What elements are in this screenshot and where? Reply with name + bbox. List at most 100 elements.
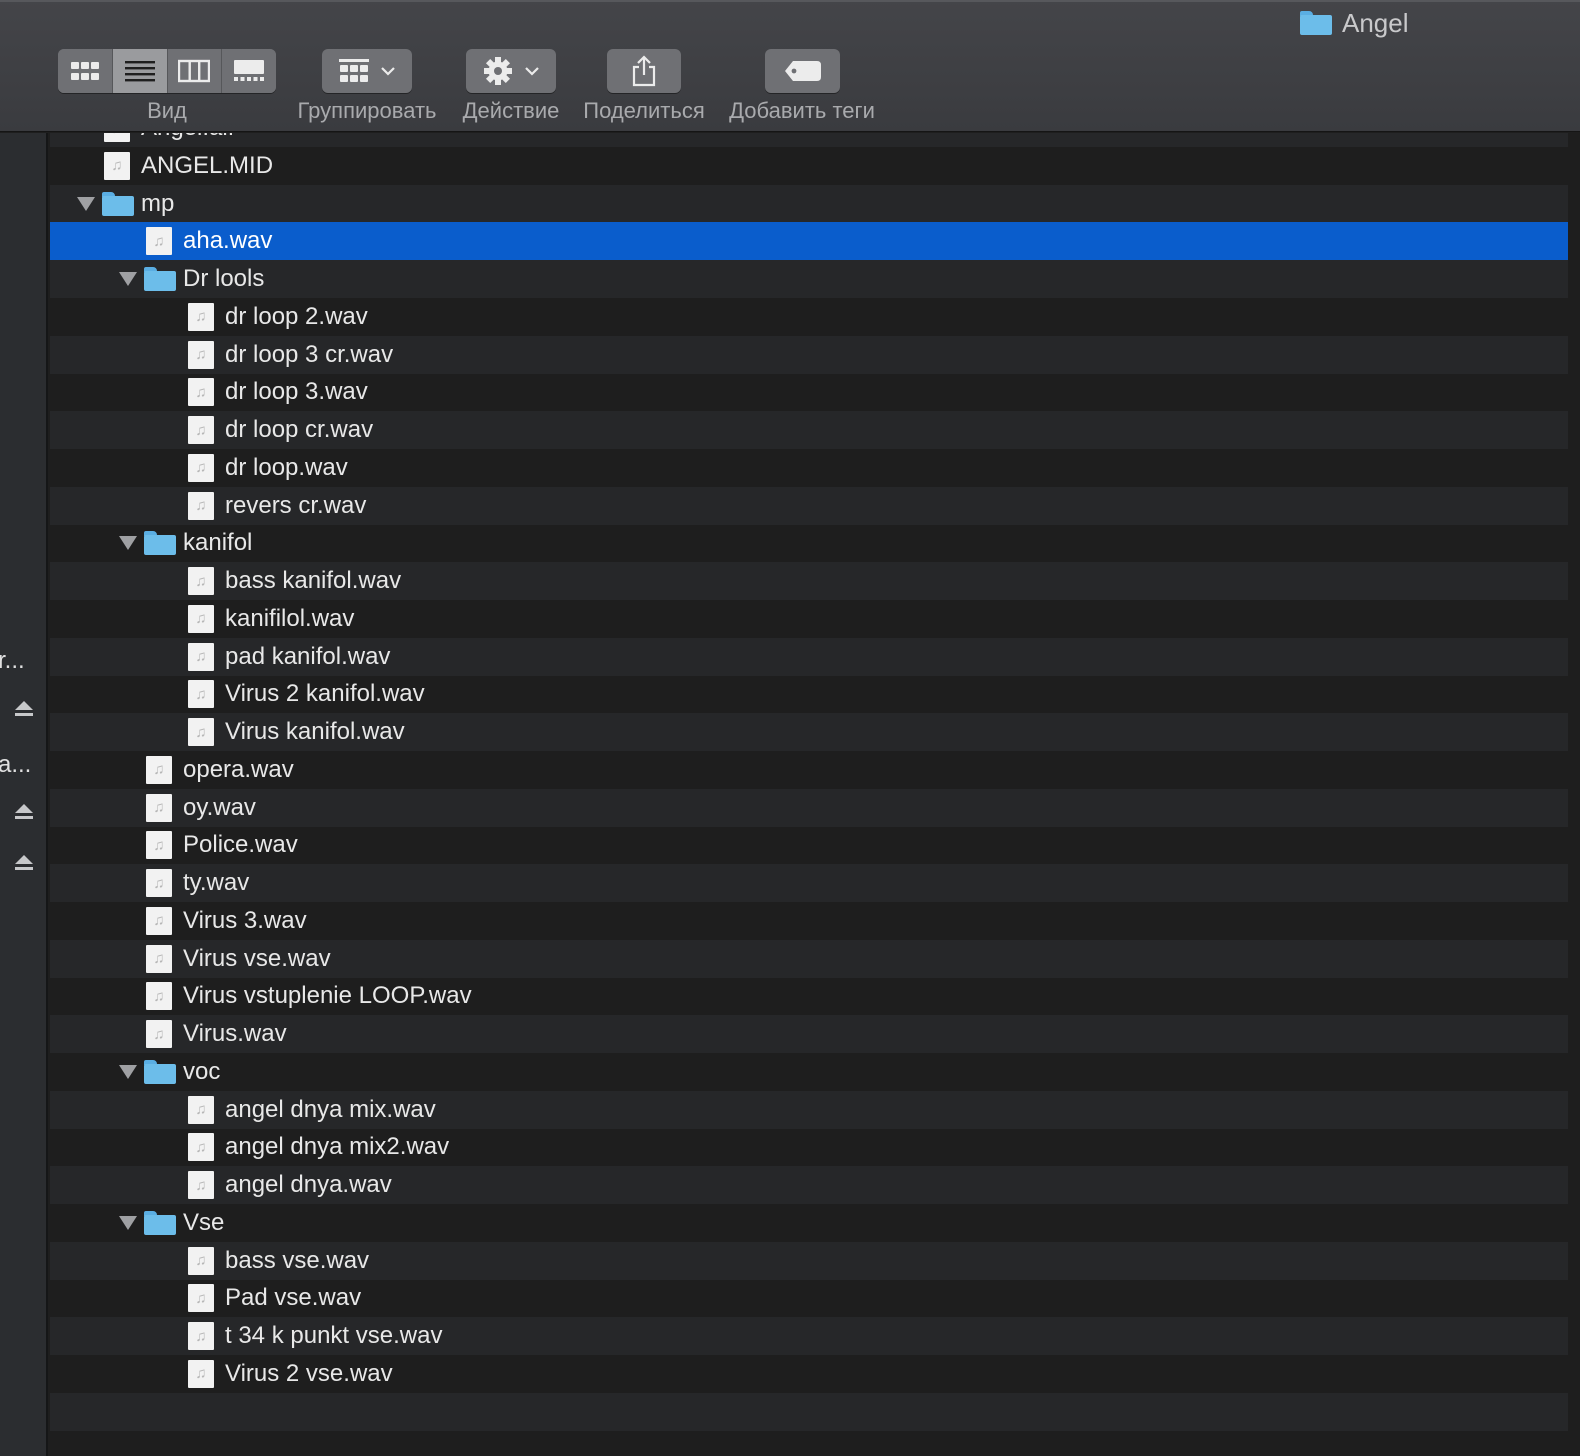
eject-icon[interactable] [15,701,33,719]
columns-view-button[interactable] [167,49,223,93]
item-name: voc [183,1057,221,1085]
file-row[interactable]: ♫ kanifilol.wav [50,600,1568,638]
item-name: dr loop 3.wav [225,378,368,406]
file-row[interactable]: ♫ Virus vstuplenie LOOP.wav [50,977,1568,1015]
item-name: angel dnya mix.wav [225,1095,436,1123]
item-name: Pad vse.wav [225,1284,362,1312]
file-row[interactable]: ♫ Virus 2 kanifol.wav [50,675,1568,713]
group-button[interactable] [322,49,412,93]
sidebar-item-truncated[interactable]: r... [0,647,25,675]
audio-file-icon: ♫ [146,982,172,1011]
folder-row[interactable]: mp [50,184,1568,223]
audio-file-icon: ♫ [146,869,172,897]
file-row[interactable]: ♫ Virus 3.wav [50,902,1568,940]
audio-file-icon: ♫ [188,680,214,709]
add-tags-button[interactable] [765,49,840,93]
file-row[interactable]: ♫ Virus 2 vse.wav [50,1355,1568,1393]
file-row[interactable]: ♫ revers cr.wav [50,486,1568,525]
file-row[interactable]: ♫ Virus.wav [50,1015,1568,1053]
file-row[interactable]: ♫ oy.wav [50,788,1568,827]
folder-row[interactable]: kanifol [50,524,1568,562]
item-name: Virus vse.wav [183,944,331,972]
columns-view-icon [178,59,211,83]
file-row[interactable]: ♫ aha.wav [50,222,1568,261]
sidebar: r... a... [0,133,48,1456]
share-icon [632,55,656,87]
audio-file-icon: ♫ [104,151,130,180]
empty-row [50,1430,1568,1456]
file-list[interactable]: ♫ Angel.aif ♫ ANGEL.MID mp ♫ aha.wav Dr lools ♫ d… [50,133,1580,1456]
file-row[interactable]: ♫ dr loop cr.wav [50,411,1568,449]
disclosure-triangle-icon[interactable] [119,1215,137,1230]
list-view-button[interactable] [112,49,168,93]
item-name: Virus 3.wav [183,906,307,934]
disclosure-triangle-icon[interactable] [119,1064,137,1079]
file-row[interactable]: ♫ angel dnya.wav [50,1166,1568,1204]
item-name: dr loop.wav [225,453,348,481]
audio-file-icon: ♫ [188,718,214,746]
icons-view-button[interactable] [58,49,113,93]
disclosure-triangle-icon[interactable] [77,196,95,211]
item-name: pad kanifol.wav [225,642,391,670]
file-row[interactable]: ♫ bass vse.wav [50,1241,1568,1280]
audio-file-icon: ♫ [188,1133,214,1162]
item-name: Dr lools [183,265,265,292]
sidebar-item-truncated[interactable]: a... [0,751,31,779]
share-button[interactable] [607,49,681,93]
file-row[interactable]: ♫ dr loop 3 cr.wav [50,335,1568,374]
audio-file-icon: ♫ [188,378,214,407]
file-row[interactable]: ♫ dr loop 2.wav [50,298,1568,336]
audio-file-icon: ♫ [146,1020,172,1048]
item-name: angel dnya.wav [225,1171,392,1198]
folder-row[interactable]: Vse [50,1204,1568,1242]
item-name: ANGEL.MID [141,151,274,179]
folder-icon [144,267,176,291]
folder-row[interactable]: voc [50,1053,1568,1091]
audio-file-icon: ♫ [188,453,214,482]
action-button[interactable] [466,49,556,93]
file-row[interactable]: ♫ dr loop.wav [50,449,1568,487]
audio-file-icon: ♫ [188,567,214,595]
file-row[interactable]: ♫ Pad vse.wav [50,1279,1568,1317]
item-name: t 34 k punkt vse.wav [225,1322,443,1349]
share-label: Поделиться [583,98,705,123]
audio-file-icon: ♫ [146,906,172,935]
file-row[interactable]: ♫ pad kanifol.wav [50,637,1568,676]
folder-row[interactable]: Dr lools [50,260,1568,298]
empty-row [50,1392,1568,1431]
disclosure-triangle-icon[interactable] [119,272,137,286]
gallery-view-button[interactable] [222,49,276,93]
item-name: opera.wav [183,755,294,783]
list-view-icon [124,61,155,82]
audio-file-icon: ♫ [188,340,214,369]
audio-file-icon: ♫ [146,755,172,784]
view-mode-control[interactable] [58,49,276,93]
item-name: bass vse.wav [225,1246,370,1274]
item-name: bass kanifol.wav [225,567,402,594]
file-row[interactable]: ♫ bass kanifol.wav [50,562,1568,600]
folder-icon [1300,11,1332,35]
window-title-text: Angel [1342,7,1409,38]
eject-icon[interactable] [15,855,33,873]
view-label: Вид [147,98,187,123]
file-row[interactable]: ♫ Police.wav [50,826,1568,864]
file-row[interactable]: ♫ Virus kanifol.wav [50,713,1568,751]
item-name: revers cr.wav [225,491,367,519]
audio-file-icon: ♫ [188,1322,214,1350]
audio-file-icon: ♫ [188,491,214,520]
disclosure-triangle-icon[interactable] [119,536,137,551]
file-row[interactable]: ♫ angel dnya mix.wav [50,1090,1568,1129]
chevron-down-icon [381,67,395,76]
file-row[interactable]: ♫ dr loop 3.wav [50,373,1568,411]
eject-icon[interactable] [15,804,33,822]
file-row[interactable]: ♫ Virus vse.wav [50,939,1568,978]
item-name: angel dnya mix2.wav [225,1133,450,1161]
file-row[interactable]: ♫ ty.wav [50,864,1568,902]
file-row[interactable]: ♫ ANGEL.MID [50,147,1568,185]
tag-icon [784,61,821,81]
toolbar-top-highlight [0,0,1580,2]
file-row[interactable]: ♫ t 34 k punkt vse.wav [50,1317,1568,1355]
file-row[interactable]: ♫ Angel.aif [50,133,1568,147]
file-row[interactable]: ♫ opera.wav [50,751,1568,789]
file-row[interactable]: ♫ angel dnya mix2.wav [50,1128,1568,1166]
